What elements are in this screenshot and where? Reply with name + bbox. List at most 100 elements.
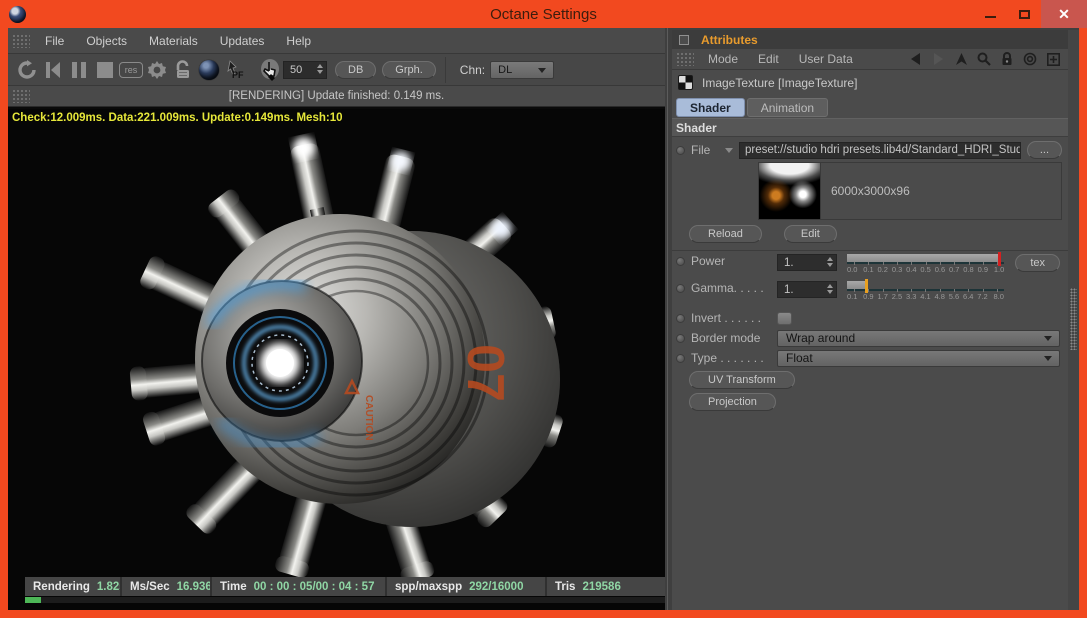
power-spinner[interactable]	[827, 257, 833, 267]
menu-mode[interactable]: Mode	[698, 52, 748, 66]
channel-dropdown[interactable]: DL	[490, 61, 554, 79]
invert-row: Invert . . . . . .	[672, 308, 1068, 328]
reload-button[interactable]: Reload	[689, 225, 762, 243]
back-arrow-icon[interactable]	[908, 52, 922, 66]
pause-icon[interactable]	[67, 58, 91, 82]
param-port-icon[interactable]	[676, 314, 685, 323]
power-label: Power	[691, 254, 777, 268]
menu-help[interactable]: Help	[275, 34, 322, 48]
param-port-icon[interactable]	[676, 354, 685, 363]
resize-grip-icon	[1070, 288, 1077, 350]
gamma-slider-marker[interactable]	[865, 279, 868, 293]
channel-label: Chn:	[460, 63, 485, 77]
menu-edit[interactable]: Edit	[748, 52, 789, 66]
restart-render-icon[interactable]	[15, 58, 39, 82]
sample-count-field[interactable]: 50	[283, 61, 327, 79]
object-title-row: ImageTexture [ImageTexture]	[672, 70, 1068, 95]
uv-transform-button[interactable]: UV Transform	[689, 371, 795, 389]
gamma-spinner[interactable]	[827, 284, 833, 294]
invert-checkbox[interactable]	[777, 312, 792, 325]
title-bar: Octane Settings ✕	[0, 0, 1087, 28]
file-path-field[interactable]: preset://studio hdri presets.lib4d/Stand…	[739, 142, 1021, 159]
chevron-down-icon	[1044, 336, 1052, 341]
up-arrow-icon[interactable]	[954, 52, 968, 66]
param-port-icon[interactable]	[676, 257, 685, 266]
chevron-down-icon[interactable]	[725, 148, 733, 153]
menu-objects[interactable]: Objects	[75, 34, 138, 48]
rendered-engine-object: 07 CAUTION	[112, 127, 582, 597]
power-value-field[interactable]: 1.	[777, 254, 837, 271]
chevron-down-icon	[538, 68, 546, 73]
param-port-icon[interactable]	[676, 146, 685, 155]
add-box-icon[interactable]	[1046, 52, 1060, 66]
skip-to-start-icon[interactable]	[41, 58, 65, 82]
resolution-icon[interactable]: res	[119, 58, 143, 82]
uv-transform-row: UV Transform	[672, 368, 1068, 390]
render-stats-text: Check:12.009ms. Data:221.009ms. Update:0…	[12, 112, 342, 124]
projection-button[interactable]: Projection	[689, 393, 776, 411]
close-button[interactable]: ✕	[1041, 0, 1087, 28]
lock-icon[interactable]	[1000, 52, 1014, 66]
texture-resolution-label: 6000x3000x96	[821, 163, 1061, 219]
tab-shader[interactable]: Shader	[676, 98, 745, 117]
tab-animation[interactable]: Animation	[747, 98, 828, 117]
menu-updates[interactable]: Updates	[209, 34, 276, 48]
engine-number-label: 07	[456, 344, 514, 402]
browse-button[interactable]: ...	[1027, 141, 1062, 159]
shader-section-header[interactable]: Shader	[672, 118, 1068, 137]
pick-focus-icon[interactable]: PF	[223, 58, 247, 82]
stop-icon[interactable]	[93, 58, 117, 82]
gamma-slider[interactable]: 0.10.91.72.53.34.14.85.66.47.28.0	[847, 281, 1004, 307]
object-title: ImageTexture [ImageTexture]	[702, 76, 857, 90]
grph-button[interactable]: Grph.	[382, 61, 436, 79]
db-button[interactable]: DB	[335, 61, 376, 79]
menu-file[interactable]: File	[34, 34, 75, 48]
attributes-header: Attributes	[672, 30, 1068, 49]
octane-settings-window: Octane Settings ✕ File Objects Materials…	[0, 0, 1087, 618]
gamma-value-field[interactable]: 1.	[777, 281, 837, 298]
gamma-label: Gamma. . . . .	[691, 281, 777, 295]
settings-gear-icon[interactable]	[145, 58, 169, 82]
forward-arrow-icon[interactable]	[931, 52, 945, 66]
border-mode-dropdown[interactable]: Wrap around	[777, 330, 1060, 347]
render-viewport[interactable]: Check:12.009ms. Data:221.009ms. Update:0…	[8, 109, 665, 610]
search-icon[interactable]	[977, 52, 991, 66]
panel-divider[interactable]	[667, 28, 668, 610]
param-port-icon[interactable]	[676, 284, 685, 293]
type-row: Type . . . . . . . Float	[672, 348, 1068, 368]
type-label: Type . . . . . . .	[691, 351, 777, 365]
panel-grip-icon[interactable]	[12, 34, 30, 48]
power-slider[interactable]: 0.00.10.20.30.40.50.60.70.80.91.0	[847, 254, 1004, 280]
panel-pin-checkbox[interactable]	[679, 35, 689, 45]
power-row: Power 1. 0.00.10.20.30.40.50.60.70.80.91…	[672, 254, 1068, 281]
panel-grip-icon[interactable]	[676, 52, 694, 66]
projection-row: Projection	[672, 390, 1068, 412]
material-sphere-icon[interactable]	[197, 58, 221, 82]
sample-spinner[interactable]	[317, 64, 323, 74]
maximize-button[interactable]	[1007, 0, 1041, 28]
pointer-hand-icon[interactable]	[258, 58, 282, 82]
edit-button[interactable]: Edit	[784, 225, 837, 243]
tex-button[interactable]: tex	[1015, 254, 1060, 272]
minimize-button[interactable]	[973, 0, 1007, 28]
status-segment-rendering: Rendering 1.825%	[25, 577, 122, 596]
panel-resize-strip[interactable]	[1068, 30, 1079, 610]
type-dropdown[interactable]: Float	[777, 350, 1060, 367]
render-progress-track	[25, 597, 665, 603]
param-port-icon[interactable]	[676, 334, 685, 343]
window-title: Octane Settings	[0, 6, 1087, 23]
render-progress-bar: Rendering 1.825% Ms/Sec 16.936 Time 00 :…	[25, 577, 665, 596]
menu-materials[interactable]: Materials	[138, 34, 209, 48]
render-status-text: [RENDERING] Update finished: 0.149 ms.	[8, 90, 665, 102]
lock-icon[interactable]	[171, 58, 195, 82]
target-icon[interactable]	[1023, 52, 1037, 66]
menu-user-data[interactable]: User Data	[789, 52, 863, 66]
status-segment-time: Time 00 : 00 : 05/00 : 04 : 57	[212, 577, 387, 596]
border-mode-label: Border mode	[691, 331, 777, 345]
hdri-thumbnail[interactable]	[759, 163, 821, 219]
invert-label: Invert . . . . . .	[691, 311, 777, 325]
image-texture-icon	[678, 75, 693, 90]
attributes-menu-bar: Mode Edit User Data	[672, 49, 1068, 70]
power-slider-marker[interactable]	[998, 252, 1001, 266]
attributes-panel: Attributes Mode Edit User Data	[672, 30, 1068, 610]
